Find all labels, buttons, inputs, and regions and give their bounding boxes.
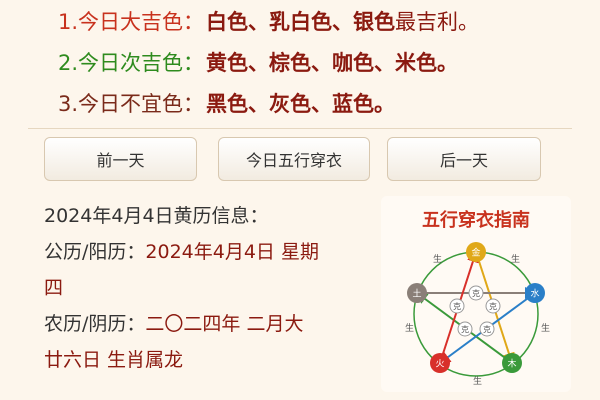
water-label: 水 [531, 288, 540, 300]
almanac-header: 2024年4月4日黄历信息： [44, 205, 269, 227]
lucky-color-note: 最吉利。 [395, 9, 480, 34]
lunar-date-row-cont: 廿六日 生肖属龙 [44, 342, 374, 378]
next-day-button[interactable]: 后一天 [387, 137, 541, 181]
lucky-color-row-best: 1.今日大吉色： 白色、乳白色、银色 最吉利。 [58, 0, 588, 41]
solar-date-label: 公历/阳历： [44, 241, 146, 263]
ke-label: 克 [489, 302, 497, 311]
section-divider [28, 128, 572, 129]
lucky-color-row-second: 2.今日次吉色： 黄色、棕色、咖色、米色。 [58, 41, 588, 82]
lucky-color-value: 黑色、灰色、蓝色。 [206, 91, 396, 116]
lunar-date-label: 农历/阴历： [44, 313, 146, 335]
today-wuxing-button[interactable]: 今日五行穿衣 [218, 137, 370, 181]
ke-label: 克 [461, 325, 469, 334]
gen-label: 生 [511, 253, 520, 265]
gen-label: 生 [405, 322, 414, 334]
metal-label: 金 [472, 247, 481, 259]
gen-label: 生 [473, 375, 482, 387]
earth-label: 土 [413, 288, 422, 300]
lucky-color-value: 黄色、棕色、咖色、米色。 [206, 50, 459, 75]
lucky-color-value: 白色、乳白色、银色 [206, 9, 396, 34]
prev-day-button[interactable]: 前一天 [44, 137, 197, 181]
ke-label: 克 [453, 302, 461, 311]
lunar-date-row: 农历/阴历：二〇二四年 二月大 [44, 306, 374, 342]
fire-node: 火 [430, 353, 450, 373]
gen-label: 生 [433, 253, 442, 265]
lucky-colors-list: 1.今日大吉色： 白色、乳白色、银色 最吉利。 2.今日次吉色： 黄色、棕色、咖… [58, 0, 588, 123]
solar-date-row: 公历/阳历：2024年4月4日 星期 [44, 234, 374, 270]
water-node: 水 [525, 283, 545, 303]
earth-node: 土 [407, 283, 427, 303]
lunar-date-value: 二〇二四年 二月大 [145, 313, 304, 335]
wood-label: 木 [508, 358, 517, 370]
ke-label: 克 [483, 325, 491, 334]
solar-date-row-cont: 四 [44, 270, 374, 306]
lucky-color-row-avoid: 3.今日不宜色： 黑色、灰色、蓝色。 [58, 82, 588, 123]
gen-label: 生 [541, 322, 550, 334]
fire-label: 火 [436, 359, 445, 370]
lucky-color-label: 3.今日不宜色： [58, 91, 205, 116]
lucky-color-label: 1.今日大吉色： [58, 9, 205, 34]
solar-weekday-value: 四 [44, 277, 64, 299]
wood-node: 木 [502, 353, 522, 373]
wuxing-diagram: 克 克 克 克 克 生 生 生 生 生 金 水 木 火 土 [405, 242, 550, 387]
solar-date-value: 2024年4月4日 星期 [145, 241, 319, 263]
ke-label: 克 [472, 289, 480, 298]
lunar-day-zodiac-value: 廿六日 生肖属龙 [44, 349, 184, 371]
lucky-color-label: 2.今日次吉色： [58, 50, 205, 75]
wuxing-guide-image[interactable]: 五行穿衣指南 克 克 克 克 克 生 生 生 生 生 金 水 木 火 土 [381, 196, 571, 392]
metal-node: 金 [466, 242, 486, 262]
almanac-info: 2024年4月4日黄历信息： 公历/阳历：2024年4月4日 星期 四 农历/阴… [44, 198, 374, 378]
